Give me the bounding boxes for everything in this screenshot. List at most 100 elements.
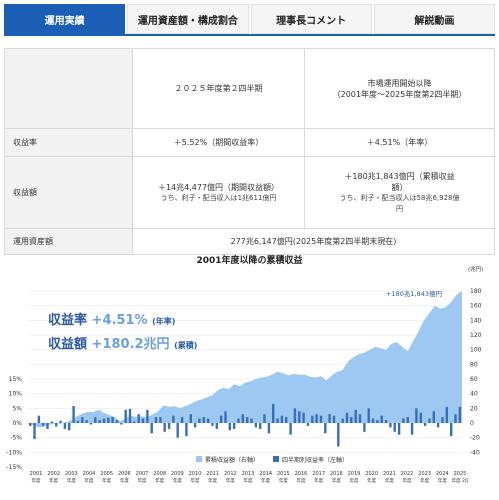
quarterly-bar-41 (206, 418, 210, 423)
stat-amount-value: +180.2兆円 (91, 337, 170, 352)
x-label-year-21: 2022 (401, 471, 414, 477)
quarterly-bar-64 (306, 423, 310, 426)
x-label-suffix-6: 年度 (138, 477, 147, 484)
x-label-suffix-22: 年度 (420, 477, 429, 484)
quarterly-bar-81 (380, 415, 383, 423)
table-corner (4, 48, 133, 129)
assets-value: 277兆6,147億円(2025年度第2四半期末現在) (132, 228, 495, 255)
quarterly-bar-39 (198, 418, 201, 423)
right-tick-10: -20 (470, 435, 480, 442)
x-label-suffix-5: 年度 (120, 477, 129, 484)
quarterly-bar-61 (293, 408, 297, 423)
quarterly-bar-34 (176, 423, 179, 438)
quarterly-bar-99 (458, 406, 461, 423)
right-tick-3: 120 (470, 332, 482, 339)
quarterly-bar-68 (324, 423, 327, 434)
quarterly-bar-42 (211, 423, 214, 426)
legend-swatch-quarterly (273, 456, 279, 462)
right-tick-4: 100 (470, 347, 482, 354)
quarterly-bar-50 (246, 417, 249, 423)
quarterly-bar-89 (415, 408, 418, 423)
quarterly-bar-32 (167, 423, 171, 429)
stat-rate-label: 収益率 (48, 313, 88, 328)
x-label-suffix-2: 年度 (67, 477, 76, 484)
quarterly-bar-79 (371, 418, 375, 423)
quarterly-bar-40 (202, 417, 205, 423)
quarterly-bar-56 (272, 403, 275, 423)
quarterly-bar-35 (180, 417, 184, 423)
tab-performance[interactable]: 運用実績 (4, 4, 126, 34)
x-label-year-12: 2013 (242, 471, 255, 477)
quarterly-bar-47 (233, 423, 236, 429)
return-amount-quarter-sub: うち、利子・配当収入は1兆611億円 (160, 193, 277, 202)
quarterly-bar-26 (141, 418, 145, 423)
row-label-return-amount: 収益額 (4, 156, 133, 229)
x-label-suffix-8: 年度 (173, 477, 182, 484)
x-label-year-23: 2024 (436, 471, 449, 477)
x-label-year-8: 2009 (171, 471, 184, 477)
quarterly-bar-58 (280, 415, 284, 423)
quarterly-bar-60 (289, 423, 292, 435)
x-label-year-14: 2015 (277, 471, 290, 477)
quarterly-bar-55 (267, 423, 271, 434)
quarterly-bar-93 (432, 411, 435, 423)
legend-label-quarterly: 四半期別収益率（左軸） (282, 456, 348, 464)
performance-table: ２０２５年度第２四半期 市場運用開始以降 （2001年度〜2025年度第2四半期… (4, 48, 495, 255)
quarterly-bar-29 (154, 417, 158, 423)
quarterly-bar-88 (410, 423, 414, 435)
x-label-suffix-24: 年度 2Q (452, 477, 469, 484)
right-tick-8: 20 (470, 405, 478, 412)
x-label-suffix-10: 年度 (208, 477, 217, 484)
quarterly-bar-10 (72, 406, 75, 423)
left-tick-4: -5% (10, 435, 22, 442)
tab-assets-composition[interactable]: 運用資産額・構成割合 (127, 4, 249, 34)
tab-bar: 運用実績 運用資産額・構成割合 理事長コメント 解説動画 (4, 4, 495, 34)
stat-amount-label: 収益額 (48, 337, 88, 352)
quarterly-bar-87 (406, 417, 409, 423)
x-label-suffix-1: 年度 (49, 477, 58, 484)
left-tick-0: 15% (9, 376, 23, 383)
x-label-year-0: 2001 (30, 471, 43, 477)
quarterly-bar-94 (436, 423, 440, 428)
quarterly-bar-62 (298, 411, 301, 423)
x-label-suffix-17: 年度 (332, 477, 341, 484)
return-amount-cumulative-sub1: うち、利子・配当収入は58兆6,928億 (339, 193, 460, 202)
quarterly-bar-72 (341, 418, 344, 423)
quarterly-bar-77 (363, 423, 366, 432)
quarterly-bar-3 (42, 423, 45, 426)
stat-return-rate: 収益率 +4.51% (年率) (48, 309, 175, 328)
quarterly-bar-46 (228, 423, 231, 431)
x-label-suffix-7: 年度 (155, 477, 164, 484)
tab-president-comment[interactable]: 理事長コメント (250, 4, 372, 34)
x-label-year-16: 2017 (312, 471, 325, 477)
x-label-suffix-13: 年度 (261, 477, 270, 484)
right-tick-9: 0 (470, 420, 474, 427)
quarterly-bar-22 (124, 409, 127, 423)
x-label-suffix-11: 年度 (226, 477, 235, 484)
x-label-year-18: 2019 (348, 471, 361, 477)
left-tick-5: -10% (6, 449, 22, 456)
x-label-suffix-0: 年度 (32, 477, 41, 484)
x-label-suffix-9: 年度 (191, 477, 200, 484)
x-label-year-20: 2021 (383, 471, 396, 477)
quarterly-bar-38 (193, 423, 197, 428)
tab-video[interactable]: 解説動画 (373, 4, 495, 34)
quarterly-bar-80 (376, 420, 379, 423)
return-rate-cumulative: ＋4.51%（年率） (304, 128, 495, 157)
quarterly-bar-86 (402, 418, 405, 423)
quarterly-bar-90 (419, 412, 422, 423)
x-label-year-11: 2012 (224, 471, 237, 477)
cumulative-annotation: +180兆1,843億円 (386, 289, 442, 298)
x-label-year-1: 2002 (47, 471, 60, 477)
quarterly-bar-17 (102, 418, 106, 423)
left-tick-2: 5% (12, 405, 22, 412)
x-label-year-17: 2018 (330, 471, 343, 477)
x-label-year-5: 2006 (118, 471, 131, 477)
x-label-year-15: 2016 (295, 471, 308, 477)
return-amount-quarter-main: ＋14兆4,477億円（期間収益額） (157, 182, 280, 192)
quarterly-bar-48 (237, 418, 240, 423)
quarterly-bar-66 (315, 414, 318, 423)
quarterly-bar-74 (350, 417, 353, 423)
legend-label-cumulative: 累積収益額（右軸） (205, 456, 259, 464)
quarterly-bar-30 (159, 417, 162, 423)
